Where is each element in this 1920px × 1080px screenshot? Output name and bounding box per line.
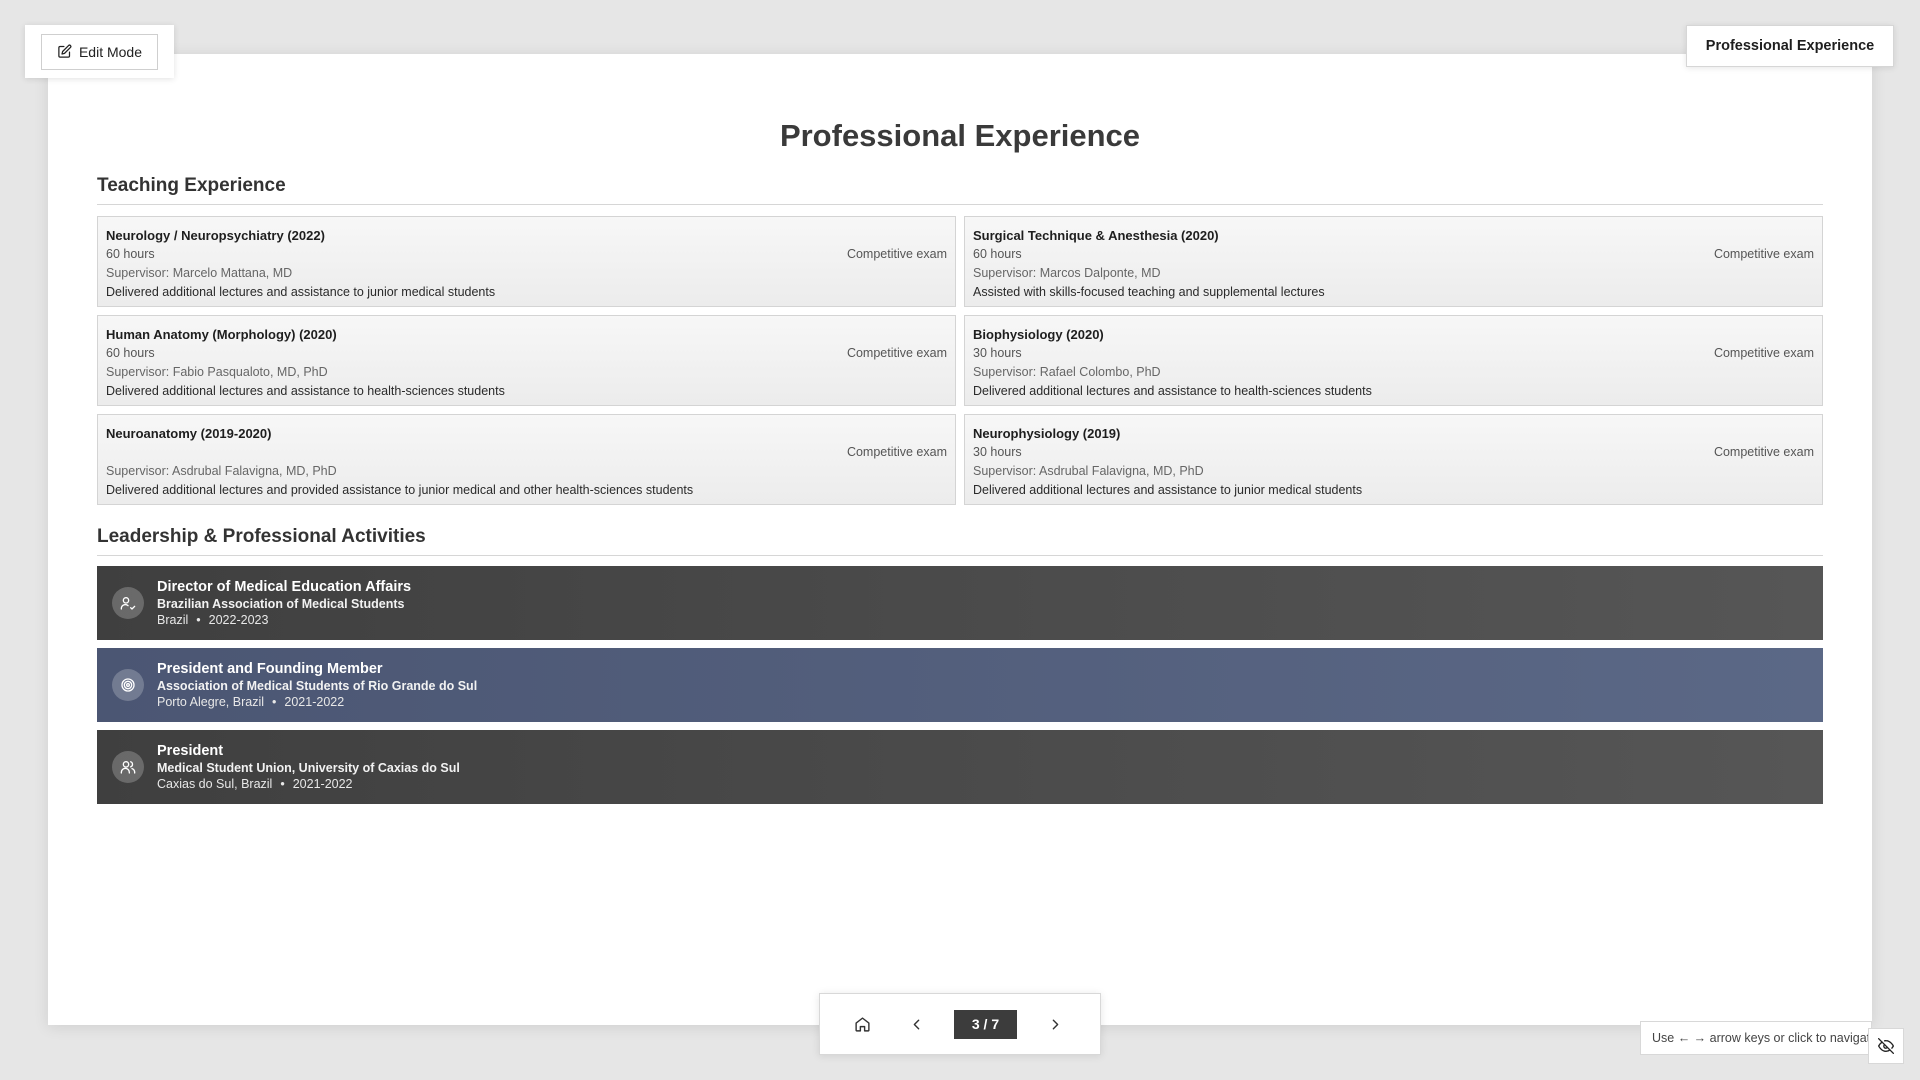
teaching-card-title: Neuroanatomy (2019-2020) [106,426,272,441]
leadership-period: 2021-2022 [284,694,345,709]
teaching-card-description: Delivered additional lectures and assist… [973,483,1363,497]
teaching-card-type: Competitive exam [846,445,947,459]
teaching-card-description: Delivered additional lectures and assist… [106,384,505,398]
leadership-location: Brazil [157,612,189,627]
leadership-role: President and Founding Member [157,660,383,677]
chevron-right-icon [1052,1019,1058,1029]
meta-separator: • [280,776,285,791]
page-indicator: 3 / 7 [954,1009,1017,1039]
chevron-left-icon [913,1019,919,1029]
teaching-card: Human Anatomy (Morphology) (2020) 60 hou… [97,315,956,406]
teaching-card-title: Human Anatomy (Morphology) (2020) [106,327,337,342]
teaching-card-hours: 60 hours [106,247,155,261]
leadership-org: Medical Student Union, University of Cax… [157,760,460,775]
teaching-card-supervisor: Supervisor: Marcelo Mattana, MD [106,266,293,280]
leadership-location: Caxias do Sul, Brazil [157,776,273,791]
teaching-card-type: Competitive exam [1713,445,1814,459]
home-button[interactable] [844,1006,880,1042]
leadership-period: 2022-2023 [208,612,269,627]
keyboard-hint: Use ← → arrow keys or click to navigate [1640,1021,1872,1055]
teaching-card: Surgical Technique & Anesthesia (2020) 6… [964,216,1823,307]
teaching-card-title: Surgical Technique & Anesthesia (2020) [973,228,1219,243]
teaching-card-type: Competitive exam [846,346,947,360]
teaching-card-description: Delivered additional lectures and assist… [106,285,496,299]
edit-mode-button[interactable]: Edit Mode [41,33,158,70]
teaching-card-description: Delivered additional lectures and assist… [973,384,1372,398]
teaching-card-supervisor: Supervisor: Marcos Dalponte, MD [973,266,1161,280]
eye-off-icon [1878,1038,1894,1054]
users-icon [112,751,144,783]
slide-navigation: 3 / 7 [819,993,1101,1055]
slide: Professional Experience Teaching Experie… [48,54,1872,1025]
leadership-card: President Medical Student Union, Univers… [97,730,1823,804]
teaching-card-description: Assisted with skills-focused teaching an… [973,285,1325,299]
edit-mode-panel: Edit Mode [25,25,174,78]
previous-slide-button[interactable] [898,1006,934,1042]
teaching-card: Biophysiology (2020) 30 hours Competitive… [964,315,1823,406]
teaching-card-hours: 30 hours [973,346,1022,360]
teaching-card-title: Neurology / Neuropsychiatry (2022) [106,228,325,243]
next-slide-button[interactable] [1037,1006,1073,1042]
edit-mode-label: Edit Mode [78,43,143,60]
home-icon [854,1016,870,1032]
leadership-period: 2021-2022 [292,776,353,791]
teaching-card: Neurology / Neuropsychiatry (2022) 60 ho… [97,216,956,307]
leadership-card: President and Founding Member Associatio… [97,648,1823,722]
teaching-card-type: Competitive exam [846,247,947,261]
teaching-grid: Neurology / Neuropsychiatry (2022) 60 ho… [97,216,1823,505]
leadership-role: President [157,742,224,759]
leadership-org: Association of Medical Students of Rio G… [157,678,478,693]
teaching-card-description: Delivered additional lectures and provid… [106,483,694,497]
user-check-icon [112,587,144,619]
leadership-section-title: Leadership & Professional Activities [97,526,1823,556]
teaching-card-supervisor: Supervisor: Asdrubal Falavigna, MD, PhD [973,464,1204,478]
teaching-card-hours: 60 hours [106,346,155,360]
leadership-org: Brazilian Association of Medical Student… [157,596,405,611]
teaching-card-type: Competitive exam [1713,346,1814,360]
teaching-card-supervisor: Supervisor: Asdrubal Falavigna, MD, PhD [106,464,337,478]
hide-hint-button[interactable] [1868,1028,1904,1064]
teaching-card-supervisor: Supervisor: Rafael Colombo, PhD [973,365,1161,379]
teaching-section-title: Teaching Experience [97,175,1823,205]
leadership-role: Director of Medical Education Affairs [157,578,412,595]
teaching-card-title: Biophysiology (2020) [973,327,1104,342]
meta-separator: • [196,612,201,627]
teaching-card-title: Neurophysiology (2019) [973,426,1121,441]
teaching-card-hours: 60 hours [973,247,1022,261]
meta-separator: • [272,694,277,709]
teaching-card-hours: 30 hours [973,445,1022,459]
page-title: Professional Experience [779,118,1141,153]
teaching-card: Neuroanatomy (2019-2020) Competitive exa… [97,414,956,505]
target-icon [112,669,144,701]
edit-icon [58,44,72,58]
section-badge: Professional Experience [1686,25,1894,67]
leadership-list: Director of Medical Education Affairs Br… [97,566,1823,812]
teaching-card-supervisor: Supervisor: Fabio Pasqualoto, MD, PhD [106,365,328,379]
leadership-card: Director of Medical Education Affairs Br… [97,566,1823,640]
teaching-card-type: Competitive exam [1713,247,1814,261]
teaching-card: Neurophysiology (2019) 30 hours Competiti… [964,414,1823,505]
leadership-location: Porto Alegre, Brazil [157,694,264,709]
